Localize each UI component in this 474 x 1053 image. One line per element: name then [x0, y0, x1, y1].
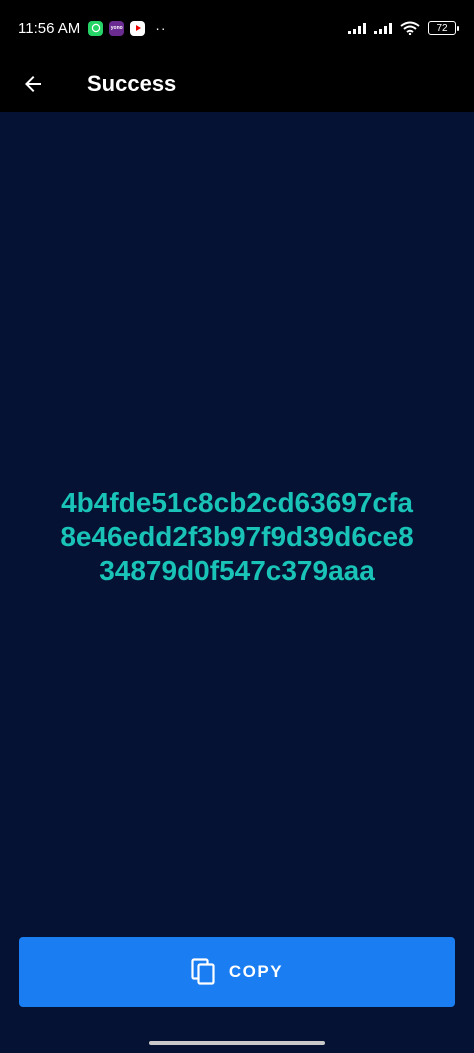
copy-button-label: COPY	[228, 962, 284, 981]
clock: 11:56 AM	[18, 19, 81, 37]
youtube-icon	[130, 20, 146, 36]
whatsapp-icon	[88, 20, 104, 36]
vodafone-icon: yono	[109, 20, 125, 36]
screen: 11:56 AM yono ·· 72 Success 4b4fde51c8cb…	[0, 0, 474, 1053]
copy-icon	[191, 958, 215, 985]
home-indicator[interactable]	[149, 1041, 325, 1045]
signal-icon	[348, 22, 366, 34]
navigation-bar	[0, 1033, 474, 1053]
battery-icon: 72	[428, 21, 459, 35]
more-notifications-indicator: ··	[155, 20, 167, 36]
wifi-icon	[400, 21, 420, 35]
arrow-left-icon	[25, 76, 41, 92]
copy-button[interactable]: COPY	[19, 937, 455, 1007]
transaction-hash: 4b4fde51c8cb2cd63697cfa 8e46edd2f3b97f9d…	[60, 487, 414, 586]
status-left: 11:56 AM yono ··	[18, 20, 167, 37]
signal-icon-2	[374, 22, 392, 34]
main-content: 4b4fde51c8cb2cd63697cfa 8e46edd2f3b97f9d…	[0, 112, 474, 1033]
back-button[interactable]	[5, 56, 61, 112]
status-right: 72	[348, 21, 459, 35]
page-title: Success	[87, 71, 177, 96]
app-bar: Success	[0, 56, 474, 112]
status-bar: 11:56 AM yono ·· 72	[0, 0, 474, 56]
battery-level: 72	[436, 22, 448, 34]
